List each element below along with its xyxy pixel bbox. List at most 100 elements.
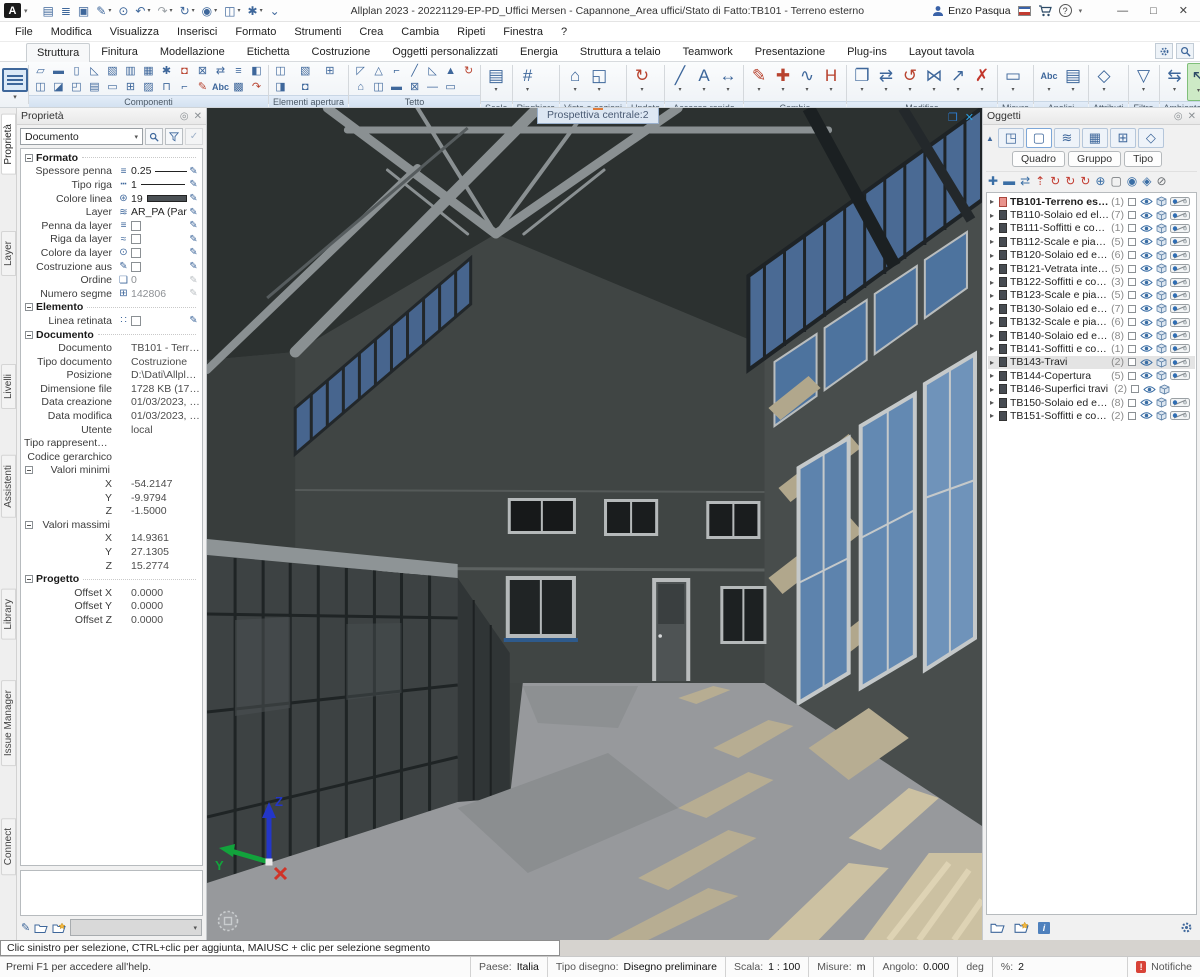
ridge-icon[interactable]: — bbox=[424, 80, 441, 95]
eyedropper-icon[interactable]: ✎ bbox=[187, 207, 200, 218]
property-search-icon[interactable] bbox=[145, 128, 163, 145]
door-icon[interactable]: ◘ bbox=[297, 80, 314, 95]
transparency-slider-icon[interactable] bbox=[1170, 318, 1190, 327]
collapse-all-icon[interactable]: ▬ bbox=[1003, 174, 1015, 188]
tab-struttura-a-telaio[interactable]: Struttura a telaio bbox=[569, 42, 672, 61]
object-row-tb146[interactable]: ▸TB146-Superfici travi(2) bbox=[988, 382, 1195, 395]
collapse-icon[interactable] bbox=[25, 303, 33, 311]
solid-cube-icon[interactable] bbox=[1156, 263, 1167, 274]
checkbox[interactable] bbox=[131, 262, 141, 272]
filter-funnel-icon[interactable]: ▽▾ bbox=[1132, 63, 1156, 101]
mode-button-quadro[interactable]: Quadro bbox=[1012, 151, 1065, 167]
object-checkbox[interactable] bbox=[1131, 385, 1139, 393]
property-value[interactable]: 142806 bbox=[131, 288, 187, 300]
pencil-edit-icon[interactable]: ✎▾ bbox=[747, 63, 771, 101]
checkbox[interactable] bbox=[131, 248, 141, 258]
object-checkbox[interactable] bbox=[1128, 291, 1136, 299]
panel-pin-icon[interactable]: ◎ bbox=[1174, 111, 1183, 122]
copy-icon[interactable]: ❐▾ bbox=[850, 63, 874, 101]
tab-presentazione[interactable]: Presentazione bbox=[744, 42, 836, 61]
sidebar-tab-layer[interactable]: Layer bbox=[1, 231, 16, 276]
expand-arrow-icon[interactable]: ▸ bbox=[990, 411, 999, 420]
object-checkbox[interactable] bbox=[1128, 372, 1136, 380]
module-view-icon[interactable]: ◳ bbox=[998, 128, 1024, 148]
help-caret-icon[interactable]: ▾ bbox=[1079, 7, 1083, 15]
beam-icon[interactable]: ▭ bbox=[442, 80, 459, 95]
property-value[interactable]: 0.25 bbox=[131, 165, 187, 177]
roof-covering-icon[interactable]: ◪ bbox=[50, 80, 67, 95]
menu-strumenti[interactable]: Strumenti bbox=[285, 24, 350, 40]
maximize-button[interactable]: □ bbox=[1150, 5, 1157, 17]
purlin-icon[interactable]: ▬ bbox=[388, 80, 405, 95]
transparency-slider-icon[interactable] bbox=[1170, 398, 1190, 407]
checkbox[interactable] bbox=[131, 221, 141, 231]
object-row-tb141[interactable]: ▸TB141-Soffitti e controsoffi...(1) bbox=[988, 342, 1195, 355]
transparency-slider-icon[interactable] bbox=[1170, 304, 1190, 313]
solid-cube-icon[interactable] bbox=[1156, 397, 1167, 408]
save-icon[interactable]: ▣ bbox=[75, 2, 92, 20]
solid-cube-icon[interactable] bbox=[1156, 223, 1167, 234]
status-notifiche[interactable]: !Notifiche bbox=[1127, 957, 1200, 977]
railing-icon[interactable]: #▾ bbox=[516, 63, 540, 101]
viewport-3d[interactable]: Prospettiva centrale:2 ❐ ✕ Z Y bbox=[207, 108, 982, 940]
solid-cube-icon[interactable] bbox=[1156, 357, 1167, 368]
eyedropper-icon[interactable]: ✎ bbox=[187, 315, 200, 326]
transparency-slider-icon[interactable] bbox=[1170, 411, 1190, 420]
document-view-icon[interactable]: ▢ bbox=[1026, 128, 1052, 148]
visibility-eye-icon[interactable] bbox=[1140, 237, 1153, 246]
upstand-icon[interactable]: ▧ bbox=[104, 64, 121, 79]
dimension-icon[interactable]: ↔▾ bbox=[716, 63, 740, 101]
downstand-beam-icon[interactable]: ▭ bbox=[104, 80, 121, 95]
menu-crea[interactable]: Crea bbox=[350, 24, 392, 40]
viewport-3d-scene[interactable] bbox=[207, 108, 982, 940]
object-row-tb143[interactable]: ▸TB143-Travi(2) bbox=[988, 356, 1195, 369]
solid-cube-icon[interactable] bbox=[1156, 277, 1167, 288]
transparency-slider-icon[interactable] bbox=[1170, 331, 1190, 340]
visibility-eye-icon[interactable] bbox=[1140, 344, 1153, 353]
checkbox[interactable] bbox=[131, 316, 141, 326]
sidebar-tab-livelli[interactable]: Livelli bbox=[1, 364, 16, 409]
menu-formato[interactable]: Formato bbox=[226, 24, 285, 40]
tab-energia[interactable]: Energia bbox=[509, 42, 569, 61]
property-value[interactable]: 19 bbox=[131, 193, 187, 205]
tab-finitura[interactable]: Finitura bbox=[90, 42, 149, 61]
search-icon[interactable] bbox=[1176, 43, 1194, 59]
find-icon[interactable]: ⊙ bbox=[115, 2, 131, 20]
solid-cube-icon[interactable] bbox=[1156, 370, 1167, 381]
level-icon[interactable]: ≡ bbox=[230, 64, 247, 79]
delete-icon[interactable]: ✗▾ bbox=[970, 63, 994, 101]
distribute-icon[interactable]: ⇄▾ bbox=[874, 63, 898, 101]
visibility-eye-icon[interactable] bbox=[1140, 211, 1153, 220]
visibility-eye-icon[interactable] bbox=[1140, 331, 1153, 340]
save-favorite-icon[interactable] bbox=[1014, 921, 1029, 934]
tab-etichetta[interactable]: Etichetta bbox=[236, 42, 301, 61]
eyedropper-icon[interactable]: ✎ bbox=[187, 179, 200, 190]
property-row-ordine[interactable]: Ordine❏0✎ bbox=[24, 273, 200, 287]
tab-plug-ins[interactable]: Plug-ins bbox=[836, 42, 898, 61]
help-icon[interactable]: ? bbox=[1059, 4, 1072, 17]
apply-icon[interactable]: ↷ bbox=[248, 80, 265, 95]
object-row-tb151[interactable]: ▸TB151-Soffitti e controsoffi...(2) bbox=[988, 409, 1195, 422]
property-row-tipo-riga[interactable]: Tipo riga┅1✎ bbox=[24, 178, 200, 192]
visibility-eye-icon[interactable] bbox=[1140, 318, 1153, 327]
object-row-tb111[interactable]: ▸TB111-Soffitti e controsoffi...(1) bbox=[988, 222, 1195, 235]
roof-plane-icon[interactable]: ◸ bbox=[352, 64, 369, 79]
collapse-icon[interactable] bbox=[25, 521, 33, 529]
transparency-slider-icon[interactable] bbox=[1170, 291, 1190, 300]
solid-cube-icon[interactable] bbox=[1159, 384, 1170, 395]
edit-icon[interactable]: ✎▾ bbox=[93, 2, 114, 20]
refresh-alt-icon[interactable]: ↻ bbox=[1065, 174, 1075, 188]
transparency-slider-icon[interactable] bbox=[1170, 358, 1190, 367]
link-selection-icon[interactable]: ⇄ bbox=[1020, 174, 1030, 188]
visibility-eye-icon[interactable] bbox=[1140, 411, 1153, 420]
stair-icon[interactable]: ▤▾ bbox=[484, 63, 508, 101]
expand-arrow-icon[interactable]: ▸ bbox=[990, 344, 999, 353]
sidebar-tab-issue-manager[interactable]: Issue Manager bbox=[1, 680, 16, 766]
property-row-penna-da-layer[interactable]: Penna da layer≡✎ bbox=[24, 219, 200, 233]
menu-ripeti[interactable]: Ripeti bbox=[448, 24, 494, 40]
solid-cube-icon[interactable] bbox=[1156, 410, 1167, 421]
property-row-numero-segme[interactable]: Numero segme⊞142806✎ bbox=[24, 287, 200, 301]
stretch-icon[interactable]: ↗▾ bbox=[946, 63, 970, 101]
object-row-tb121[interactable]: ▸TB121-Vetrata interna ufficio(5) bbox=[988, 262, 1195, 275]
attribute-tag-icon[interactable]: ◇▾ bbox=[1092, 63, 1116, 101]
